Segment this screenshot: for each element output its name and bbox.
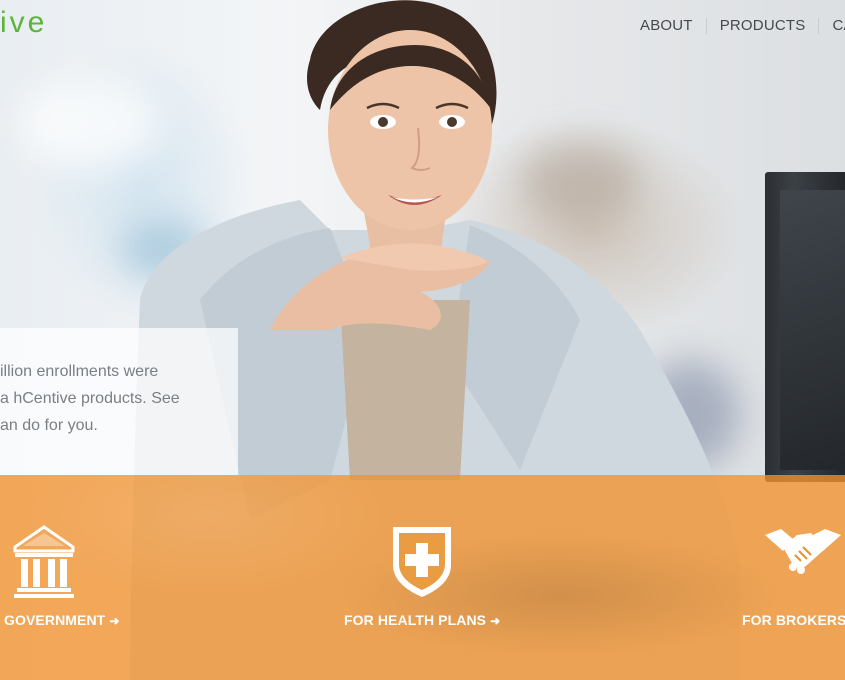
segment-label: GOVERNMENT ➜	[4, 612, 120, 628]
government-building-icon	[13, 525, 75, 598]
segment-label: FOR BROKERS	[742, 612, 845, 628]
brand-logo[interactable]: ive	[0, 6, 47, 40]
segment-label-text: FOR BROKERS	[742, 612, 845, 628]
nav-divider	[705, 17, 707, 34]
hero-message-line: a hCentive products. See	[0, 390, 180, 407]
segment-health-plans[interactable]: FOR HEALTH PLANS ➜	[300, 475, 550, 680]
hero-message-box: illion enrollments were a hCentive produ…	[0, 328, 238, 475]
nav-link-careers[interactable]: CAR	[832, 17, 845, 34]
segment-label: FOR HEALTH PLANS ➜	[344, 612, 500, 628]
arrow-right-icon: ➜	[109, 614, 120, 628]
nav-divider	[818, 17, 820, 34]
page: ive ABOUT PRODUCTS CAR illion enrollment…	[0, 0, 845, 680]
hero-message-line: an do for you.	[0, 417, 98, 434]
nav-link-products[interactable]: PRODUCTS	[720, 17, 806, 34]
nav-link-about[interactable]: ABOUT	[640, 17, 693, 34]
handshake-icon	[765, 529, 841, 574]
segment-brokers[interactable]: FOR BROKERS	[700, 475, 845, 680]
shield-plus-icon	[393, 527, 451, 597]
hero-message: illion enrollments were a hCentive produ…	[0, 358, 238, 439]
hero-message-line: illion enrollments were	[0, 363, 159, 380]
arrow-right-icon: ➜	[490, 614, 501, 628]
segment-label-text: FOR HEALTH PLANS	[344, 612, 487, 628]
segment-label-text: GOVERNMENT	[4, 612, 106, 628]
main-nav: ABOUT PRODUCTS CAR	[640, 17, 845, 34]
segment-government[interactable]: GOVERNMENT ➜	[0, 475, 260, 680]
